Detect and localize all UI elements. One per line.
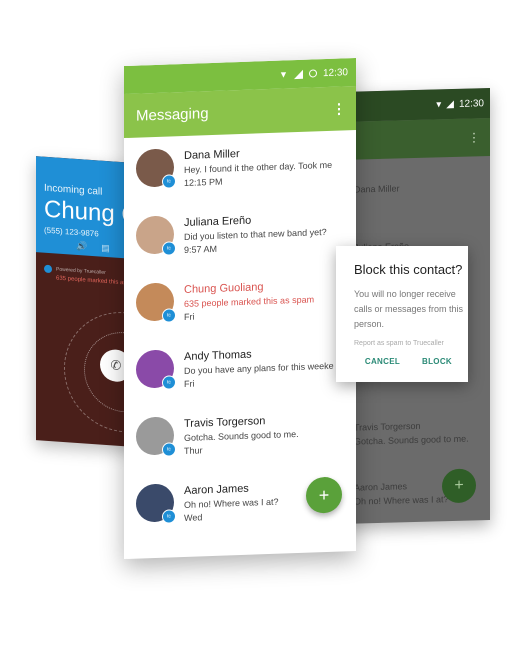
powered-by-label: Powered by Truecaller [56, 266, 106, 276]
more-options-icon[interactable]: ⋮ [332, 100, 346, 117]
truecaller-badge-icon: tc [162, 442, 176, 457]
message-time: 12:15 PM [184, 176, 223, 188]
block-contact-dialog: Block this contact? You will no longer r… [336, 246, 468, 382]
plus-icon: + [454, 476, 464, 494]
wifi-icon: ▼ [279, 69, 288, 80]
conversation-item[interactable]: tc Juliana Ereño Did you listen to that … [124, 197, 356, 272]
truecaller-badge-icon: tc [162, 509, 176, 524]
app-bar: ⋮ [340, 118, 490, 160]
page-title: Messaging [136, 104, 209, 125]
powered-by: Powered by Truecaller [44, 264, 106, 277]
wifi-icon: ▾ [436, 98, 442, 110]
message-time: Fri [184, 378, 195, 389]
contact-name: Dana Miller [184, 148, 240, 162]
speaker-icon[interactable]: 🔊 [76, 241, 87, 253]
list-item-preview: Gotcha. Sounds good to me. [354, 433, 469, 447]
block-button[interactable]: BLOCK [422, 357, 452, 366]
list-item: Aaron James [354, 481, 408, 493]
phone-icon: ✆ [110, 357, 122, 374]
call-actions: 🔊 ▤ [76, 241, 110, 254]
compose-button[interactable]: + [442, 468, 476, 504]
contact-name: Andy Thomas [184, 348, 252, 363]
truecaller-badge-icon: tc [162, 241, 176, 256]
list-item-preview: Oh no! Where was I at? [354, 494, 449, 507]
list-item: Dana Miller [354, 183, 400, 195]
status-bar: ▾ ◢ 12:30 [340, 88, 490, 122]
status-time: 12:30 [322, 66, 348, 79]
message-time: Thur [184, 445, 203, 456]
contact-name: Travis Torgerson [184, 415, 266, 430]
conversation-item[interactable]: tc Dana Miller Hey. I found it the other… [124, 130, 356, 205]
truecaller-badge-icon: tc [162, 375, 176, 390]
more-options-icon[interactable]: ⋮ [468, 130, 480, 144]
trash-icon[interactable]: ▤ [101, 243, 110, 255]
signal-icon [293, 69, 303, 79]
truecaller-badge-icon: tc [162, 308, 176, 323]
contact-name: Juliana Ereño [184, 214, 252, 229]
dialog-actions: CANCEL BLOCK [365, 357, 452, 366]
battery-icon [308, 69, 317, 78]
plus-icon: + [318, 484, 330, 505]
message-time: Fri [184, 311, 195, 322]
truecaller-logo-icon [44, 264, 52, 274]
truecaller-badge-icon: tc [162, 174, 176, 189]
conversation-item[interactable]: tc Travis Torgerson Gotcha. Sounds good … [124, 398, 356, 473]
list-item: Travis Torgerson [354, 420, 421, 433]
report-spam-checkbox[interactable]: Report as spam to Truecaller [354, 340, 456, 347]
cancel-button[interactable]: CANCEL [365, 357, 400, 366]
message-time: 9:57 AM [184, 243, 218, 255]
conversation-item-spam[interactable]: tc Chung Guoliang 635 people marked this… [124, 264, 356, 339]
signal-icon: ◢ [446, 98, 454, 110]
dialog-title: Block this contact? [354, 262, 463, 277]
contact-name: Chung Guoliang [184, 281, 264, 296]
promo-stage: Incoming call Chung Guoliang (555) 123-9… [0, 0, 528, 658]
conversation-item[interactable]: tc Andy Thomas Do you have any plans for… [124, 331, 356, 406]
dialog-body: You will no longer receive calls or mess… [354, 289, 464, 329]
status-time: 12:30 [458, 97, 484, 110]
messaging-screen: ▼ 12:30 Messaging ⋮ tc Dana Miller Hey. … [124, 57, 356, 560]
